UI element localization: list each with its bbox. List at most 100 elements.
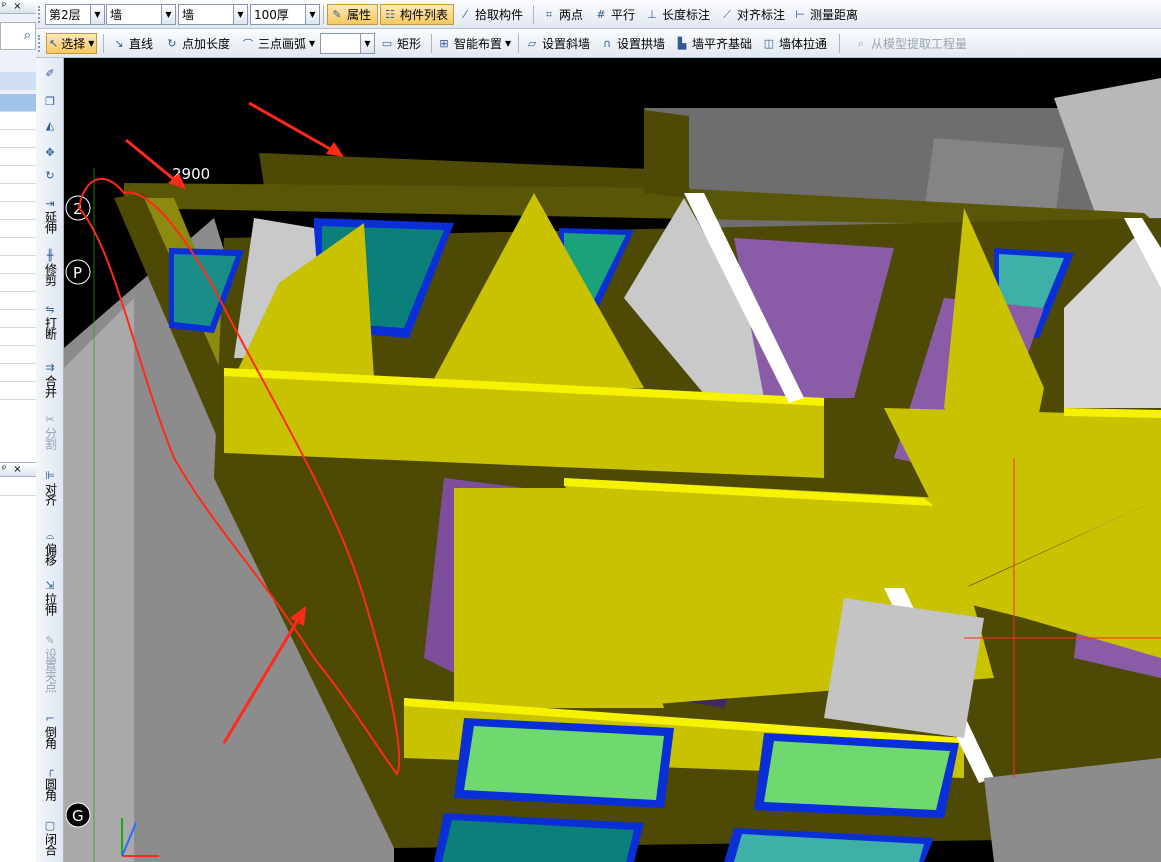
copy-icon: ❐	[45, 95, 55, 108]
mirror-icon: ◭	[45, 119, 55, 132]
point-add-length-label: 点加长度	[182, 37, 231, 51]
list-item[interactable]	[0, 130, 36, 148]
aligned-dim-label: 对齐标注	[737, 8, 786, 22]
wall-flush-foundation-button[interactable]: ▙ 墙平齐基础	[673, 33, 754, 54]
break-button[interactable]: ⇋ 打断	[36, 302, 64, 339]
list-item[interactable]	[0, 94, 36, 112]
trim-button[interactable]: ╫ 修剪	[36, 248, 64, 285]
chevron-down-icon: ▼	[309, 39, 316, 48]
floor-select[interactable]: 第2层	[45, 4, 91, 25]
set-sloped-wall-button[interactable]: ▱ 设置斜墙	[523, 33, 592, 54]
thickness-dropdown-button[interactable]: ▼	[305, 4, 320, 25]
chevron-down-icon: ▼	[165, 10, 172, 19]
category-select[interactable]: 墙	[106, 4, 162, 25]
select-button[interactable]: ↖ 选择 ▼	[46, 33, 97, 54]
align-button[interactable]: ⊫ 对齐	[36, 468, 64, 505]
grip-point-icon: ✎	[45, 634, 55, 647]
pin-icon[interactable]: ᵖ	[2, 1, 6, 12]
three-point-arc-label: 三点画弧	[258, 37, 307, 51]
search-input[interactable]: ⌕	[0, 22, 36, 50]
chamfer-button[interactable]: ⌐ 倒角	[36, 711, 64, 748]
list-icon: ☷	[385, 8, 395, 21]
stretch-button[interactable]: ⇲ 拉伸	[36, 578, 64, 615]
pick-component-label: 拾取构件	[475, 8, 524, 22]
list-item[interactable]	[0, 184, 36, 202]
offset-button[interactable]: ⌓ 偏移	[36, 528, 64, 565]
copy-tool[interactable]: ❐	[36, 94, 64, 109]
list-item[interactable]	[0, 364, 36, 382]
component-list-button[interactable]: ☷ 构件列表	[380, 4, 454, 25]
close-icon[interactable]: ×	[13, 464, 21, 475]
list-item[interactable]	[0, 310, 36, 328]
3d-viewport[interactable]: 2900 2 P G	[64, 58, 1161, 862]
length-dim-label: 长度标注	[662, 8, 711, 22]
list-item[interactable]	[0, 477, 36, 496]
merge-button[interactable]: ⇉ 合并	[36, 360, 64, 397]
list-item[interactable]	[0, 274, 36, 292]
list-item[interactable]	[0, 346, 36, 364]
set-sloped-wall-label: 设置斜墙	[542, 37, 591, 51]
pen-tool[interactable]: ✐	[36, 66, 64, 81]
pin-icon[interactable]: ᵖ	[2, 464, 6, 475]
extend-button[interactable]: ⇥ 延伸	[36, 196, 64, 233]
close-shape-label: 闭合	[43, 833, 58, 855]
list-item[interactable]	[0, 256, 36, 274]
property-panel	[0, 477, 36, 862]
offset-label: 偏移	[43, 543, 58, 565]
set-arch-wall-button[interactable]: ∩ 设置拱墙	[598, 33, 667, 54]
fillet-button[interactable]: ╭ 圆角	[36, 763, 64, 800]
list-item[interactable]	[0, 166, 36, 184]
toolbar-grip[interactable]	[38, 35, 43, 52]
close-icon[interactable]: ×	[13, 1, 21, 12]
rotate-tool[interactable]: ↻	[36, 168, 64, 183]
list-item[interactable]	[0, 220, 36, 238]
extract-quantity-button[interactable]: ⌕ 从模型提取工程量	[852, 33, 969, 54]
align-label: 对齐	[43, 483, 58, 505]
smart-layout-button[interactable]: ⊞ 智能布置 ▼	[435, 33, 513, 54]
panel-titlebar: ᵖ ×	[0, 0, 36, 14]
wall-stretch-button[interactable]: ◫ 墙体拉通	[760, 33, 829, 54]
arc-param-dropdown-button[interactable]: ▼	[360, 33, 375, 54]
list-item[interactable]	[0, 148, 36, 166]
measure-distance-button[interactable]: ⊢ 测量距离	[791, 4, 860, 25]
arc-param-input[interactable]	[320, 33, 362, 54]
toolbar-grip[interactable]	[38, 6, 43, 23]
list-item[interactable]	[0, 238, 36, 256]
thickness-select[interactable]: 100厚	[250, 4, 306, 25]
foundation-icon: ▙	[677, 37, 687, 50]
floor-dropdown-button[interactable]: ▼	[90, 4, 105, 25]
list-item[interactable]	[0, 328, 36, 346]
length-dim-button[interactable]: ⊥ 长度标注	[643, 4, 712, 25]
point-add-length-button[interactable]: ↻ 点加长度	[163, 33, 232, 54]
aligned-dim-button[interactable]: ⟋ 对齐标注	[718, 4, 787, 25]
close-shape-button[interactable]: ▢ 闭合	[36, 818, 64, 855]
chevron-down-icon: ▼	[94, 10, 101, 19]
chevron-down-icon: ▼	[237, 10, 244, 19]
category-value: 墙	[110, 8, 123, 22]
type-dropdown-button[interactable]: ▼	[233, 4, 248, 25]
list-item[interactable]	[0, 382, 36, 400]
three-point-arc-button[interactable]: ⌒ 三点画弧 ▼	[239, 33, 317, 54]
move-tool[interactable]: ✥	[36, 145, 64, 160]
list-item[interactable]	[0, 72, 36, 90]
split-button[interactable]: ✂ 分割	[36, 412, 64, 449]
line-icon: ↘	[114, 37, 124, 50]
grip-point-button[interactable]: ✎ 设置夹点	[36, 633, 64, 692]
type-select[interactable]: 墙	[178, 4, 234, 25]
line-button[interactable]: ↘ 直线	[110, 33, 155, 54]
chevron-down-icon: ▼	[309, 10, 316, 19]
rectangle-button[interactable]: ▭ 矩形	[378, 33, 423, 54]
parallel-button[interactable]: # 平行	[592, 4, 637, 25]
list-item[interactable]	[0, 112, 36, 130]
measure-icon: ⊢	[795, 8, 805, 21]
rectangle-label: 矩形	[397, 37, 422, 51]
category-dropdown-button[interactable]: ▼	[161, 4, 176, 25]
list-item[interactable]	[0, 202, 36, 220]
pick-component-button[interactable]: ⁄ 拾取构件	[456, 4, 525, 25]
properties-button[interactable]: ✎ 属性	[327, 4, 378, 25]
thickness-value: 100厚	[254, 8, 289, 22]
two-points-button[interactable]: ⌗ 两点	[540, 4, 585, 25]
mirror-tool[interactable]: ◭	[36, 118, 64, 133]
list-item[interactable]	[0, 292, 36, 310]
building-model: 2900 2 P G	[64, 78, 1161, 862]
